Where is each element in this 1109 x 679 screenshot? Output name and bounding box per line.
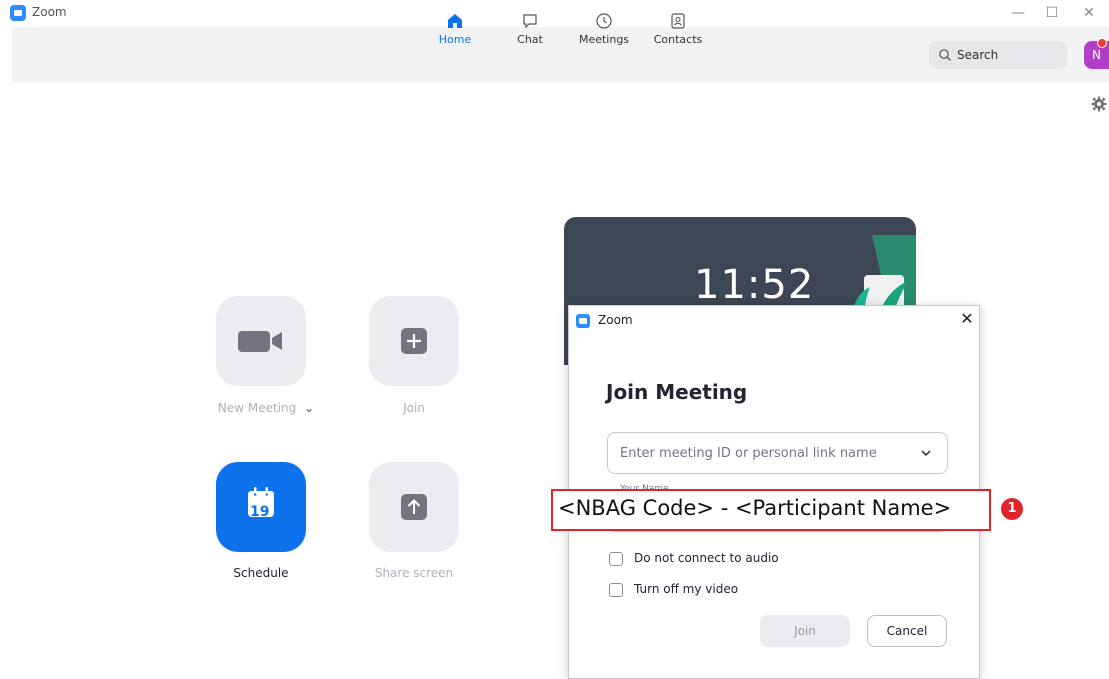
new-meeting-label[interactable]: New Meeting ⌄ (196, 401, 336, 415)
close-window-button[interactable]: ✕ (1075, 2, 1103, 24)
no-audio-label: Do not connect to audio (634, 551, 779, 565)
plus-icon (401, 328, 427, 354)
search-icon (939, 49, 951, 61)
tab-home-label: Home (438, 33, 472, 46)
share-screen-button[interactable] (369, 462, 459, 552)
annotation-text: <NBAG Code> - <Participant Name> (558, 496, 952, 520)
home-icon (448, 14, 462, 28)
zoom-logo-icon (10, 5, 26, 21)
tab-contacts[interactable]: Contacts (652, 12, 704, 52)
video-off-checkbox[interactable] (609, 583, 623, 597)
schedule-button[interactable]: 19 (216, 462, 306, 552)
tab-meetings-label: Meetings (578, 33, 630, 46)
no-audio-checkbox[interactable] (609, 552, 623, 566)
arrow-up-icon (401, 494, 427, 520)
tab-home[interactable]: Home (433, 12, 477, 52)
join-submit-button[interactable]: Join (760, 615, 850, 647)
dialog-close-button[interactable]: ✕ (957, 309, 977, 329)
join-label: Join (403, 401, 425, 415)
zoom-logo-icon (576, 314, 590, 328)
join-button[interactable] (369, 296, 459, 386)
calendar-day-number: 19 (250, 504, 270, 520)
dialog-window-title: Zoom (598, 313, 633, 327)
tab-contacts-label: Contacts (653, 33, 703, 46)
window-title: Zoom (32, 5, 67, 19)
video-off-label: Turn off my video (634, 582, 739, 596)
tab-chat[interactable]: Chat (512, 12, 548, 52)
chevron-down-icon[interactable] (920, 447, 932, 459)
gear-icon[interactable] (1091, 96, 1107, 112)
chat-bubble-icon (523, 14, 537, 29)
title-bar: Zoom — ☐ ✕ (0, 0, 1109, 26)
annotation-badge: 1 (1001, 498, 1023, 520)
maximize-button[interactable]: ☐ (1038, 2, 1066, 24)
schedule-label: Schedule (233, 566, 289, 580)
clock-time: 11:52 (694, 262, 815, 308)
search-input[interactable]: Search (929, 41, 1067, 69)
new-meeting-button[interactable] (216, 296, 306, 386)
minimize-button[interactable]: — (1004, 2, 1032, 24)
meeting-id-input[interactable]: Enter meeting ID or personal link name (607, 432, 948, 474)
contacts-icon (671, 13, 685, 29)
notification-dot (1097, 38, 1107, 48)
tab-meetings[interactable]: Meetings (576, 12, 632, 52)
meeting-id-placeholder: Enter meeting ID or personal link name (620, 446, 877, 461)
share-screen-label: Share screen (374, 566, 454, 580)
chevron-down-icon: ⌄ (304, 401, 315, 415)
cancel-button[interactable]: Cancel (867, 615, 947, 647)
clock-icon (596, 13, 612, 29)
dialog-heading: Join Meeting (606, 380, 748, 404)
video-camera-icon (238, 331, 282, 352)
tab-chat-label: Chat (517, 33, 543, 46)
search-placeholder: Search (957, 48, 999, 62)
